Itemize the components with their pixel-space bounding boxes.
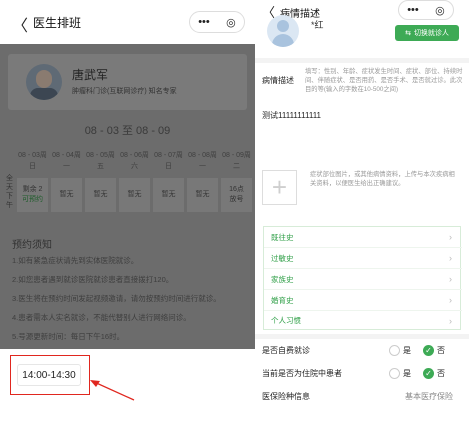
doctor-schedule-screen: 〈 医生排班 ••• ◎ 唐武军 肿瘤科门诊(互联网诊疗) 知名专家 08 - … <box>0 0 255 430</box>
desc-textarea[interactable]: 测试11111111111 <box>262 110 321 121</box>
doctor-card: 唐武军 肿瘤科门诊(互联网诊疗) 知名专家 <box>8 54 247 110</box>
condition-description-screen: 〈 病情描述 ••• ◎ *红 ⇆ 切换就诊人 病情描述 填写：性别、年龄、症状… <box>255 0 469 430</box>
page-title: 医生排班 <box>33 16 82 30</box>
doctor-name: 唐武军 <box>72 68 109 82</box>
day-date: 08 - 05周 <box>86 152 115 159</box>
week-range: 08 - 03 至 08 - 09 <box>84 125 171 137</box>
switch-icon: ⇆ <box>405 30 411 37</box>
desc-hint: 填写：性别、年龄、症状发生时间、症状、部位、持续时间、伴随症状、是否用药、是否手… <box>305 68 463 93</box>
notice-item: 5.号源更新时间：每日下午16时。 <box>12 332 125 341</box>
inpatient-yes-radio[interactable] <box>389 368 400 379</box>
day-date: 08 - 07周 <box>154 152 183 159</box>
close-target-icon[interactable]: ◎ <box>435 4 445 17</box>
mini-program-capsule: ••• ◎ <box>189 11 245 33</box>
day-date: 08 - 04周 <box>52 152 81 159</box>
arrow-annotation <box>90 380 135 401</box>
chevron-right-icon: › <box>449 253 452 263</box>
day-weekday: 一 <box>199 163 206 170</box>
history-list: 既往史 › 过敏史 › 家族史 › 婚育史 › 个人习惯 › <box>263 226 462 331</box>
history-item-marriage[interactable]: 婚育史 › <box>264 290 462 311</box>
notice-item: 4.患者需本人实名就诊，不能代替别人进行网络问诊。 <box>12 313 191 322</box>
day-date: 08 - 08周 <box>188 152 217 159</box>
insurance-row[interactable]: 医保险种信息 基本医疗保险 <box>255 387 469 409</box>
slot-cell: 暂无 <box>187 178 218 212</box>
day-weekday: 日 <box>29 163 36 170</box>
day-weekday: 日 <box>165 163 172 170</box>
upload-hint: 症状部位图片，或其他病情资料，上传与本次疾病相关资料，以便医生给出正确建议。 <box>310 171 455 187</box>
switch-patient-button[interactable]: ⇆ 切换就诊人 <box>395 25 459 41</box>
slot-cell: 暂无 <box>119 178 150 212</box>
slot-cell: 16点 放号 <box>221 178 252 212</box>
history-item-family[interactable]: 家族史 › <box>264 269 462 290</box>
slot-cell: 暂无 <box>51 178 82 212</box>
history-item-past[interactable]: 既往史 › <box>264 227 462 248</box>
more-icon[interactable]: ••• <box>407 4 419 16</box>
doctor-dept: 肿瘤科门诊(互联网诊疗) 知名专家 <box>72 88 177 95</box>
day-date: 08 - 06周 <box>120 152 149 159</box>
slot-cell: 暂无 <box>85 178 116 212</box>
chevron-right-icon: › <box>449 232 452 242</box>
plus-icon: + <box>271 172 288 202</box>
upload-image-button[interactable]: + <box>262 170 297 205</box>
history-item-habits[interactable]: 个人习惯 › <box>264 310 462 331</box>
day-weekday: 二 <box>233 163 240 170</box>
self-pay-row: 是否自费就诊 是 ✓ 否 <box>262 345 445 356</box>
more-icon[interactable]: ••• <box>198 16 210 28</box>
inpatient-no-radio[interactable]: ✓ <box>423 368 434 379</box>
chevron-right-icon: › <box>449 315 452 326</box>
inpatient-row: 当前是否为住院中患者 是 ✓ 否 <box>262 368 445 379</box>
schedule-grid: 全天下午 08 - 03周日 08 - 04周一 08 - 05周五 08 - … <box>6 150 255 220</box>
chevron-right-icon: › <box>449 295 452 305</box>
history-item-allergy[interactable]: 过敏史 › <box>264 248 462 269</box>
desc-label: 病情描述 <box>262 76 294 85</box>
mini-program-capsule: ••• ◎ <box>398 0 454 20</box>
slot-cell[interactable]: 剩余 2 可预约 <box>17 178 48 212</box>
chevron-right-icon: › <box>449 274 452 284</box>
self-pay-no-radio[interactable]: ✓ <box>423 345 434 356</box>
day-date: 08 - 03周 <box>18 152 47 159</box>
divider <box>255 334 469 339</box>
patient-name: *红 <box>311 20 324 30</box>
notice-item: 1.如有紧急症状请先到实体医院就诊。 <box>12 256 139 265</box>
day-weekday: 一 <box>63 163 70 170</box>
patient-avatar <box>267 15 299 47</box>
divider <box>255 58 469 63</box>
notice-title: 预约须知 <box>12 240 52 251</box>
slot-cell: 暂无 <box>153 178 184 212</box>
notice-item: 3.医生将在预约时间发起视频邀请，请勿按预约时间进行就诊。 <box>12 294 221 303</box>
notice-item: 2.如您患者遇到就诊医院就诊患者直接拨打120。 <box>12 275 174 284</box>
day-date: 08 - 09周 <box>222 152 251 159</box>
day-weekday: 五 <box>97 163 104 170</box>
close-target-icon[interactable]: ◎ <box>226 16 236 29</box>
self-pay-yes-radio[interactable] <box>389 345 400 356</box>
nav-bar: 〈 医生排班 ••• ◎ <box>0 0 255 44</box>
period-label: 全天下午 <box>6 175 13 209</box>
back-icon[interactable]: 〈 <box>12 12 28 36</box>
doctor-avatar <box>26 64 62 100</box>
time-slot-button[interactable]: 14:00-14:30 <box>17 364 81 386</box>
day-weekday: 六 <box>131 163 138 170</box>
